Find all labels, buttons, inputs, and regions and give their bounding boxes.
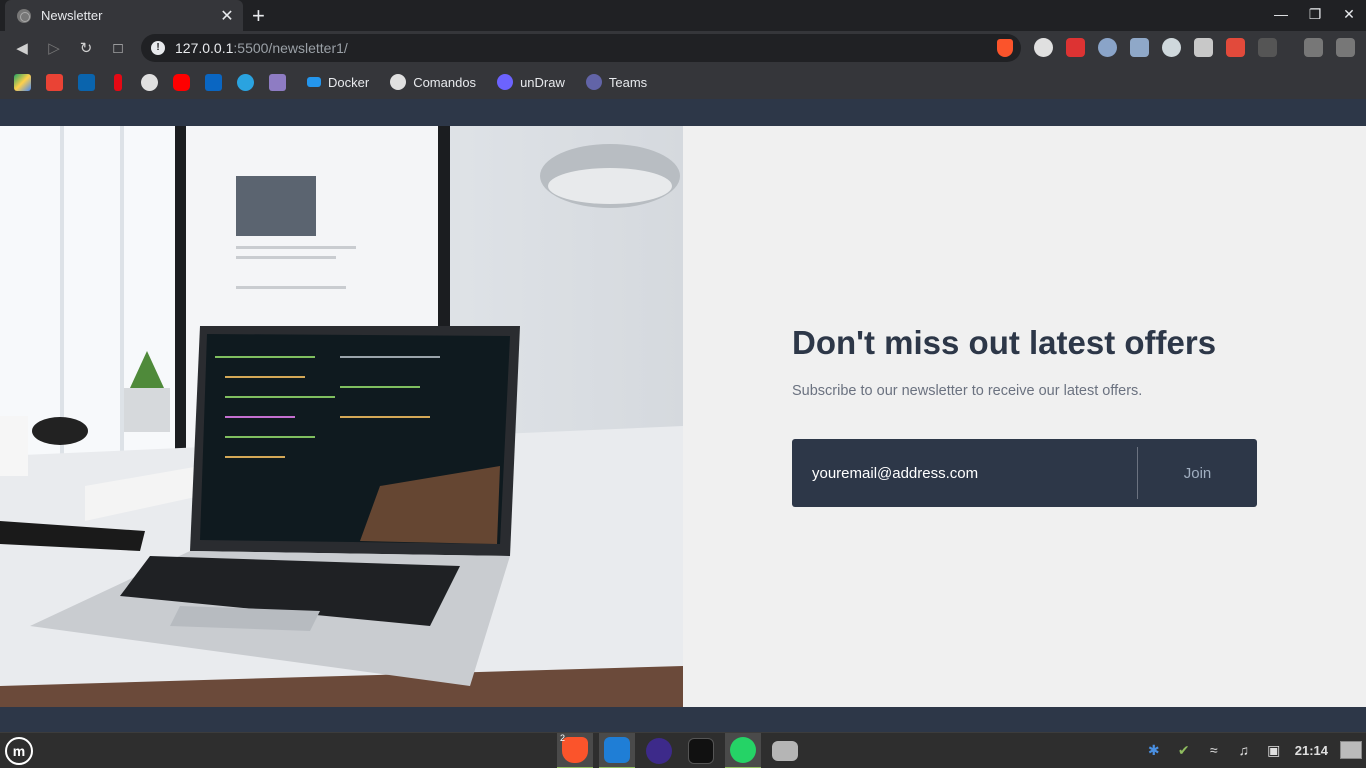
teams-icon	[585, 74, 602, 90]
bookmarks-bar: Docker Comandos unDraw Teams	[0, 65, 1366, 99]
terminal-icon	[688, 738, 714, 764]
subscribe-form: Join	[792, 439, 1257, 507]
tab-title: Newsletter	[41, 8, 103, 23]
netflix-icon[interactable]	[114, 73, 122, 91]
window-controls: — ❐ ✕	[1274, 6, 1356, 23]
join-button[interactable]: Join	[1138, 439, 1257, 507]
docker-icon	[307, 77, 321, 87]
function-extension-icon[interactable]	[1258, 38, 1277, 57]
linkedin-icon[interactable]	[205, 73, 222, 91]
sound-icon[interactable]: ♫	[1235, 741, 1253, 759]
folder-icon	[772, 741, 798, 761]
browser-menu-icon[interactable]	[1336, 38, 1355, 57]
globe-icon	[17, 8, 31, 23]
bookmark-docker[interactable]: Docker	[307, 75, 369, 90]
maximize-icon[interactable]: ❐	[1308, 6, 1322, 23]
whatsapp-icon	[730, 737, 756, 763]
react-devtools-icon[interactable]	[1162, 38, 1181, 57]
tab-close-icon[interactable]: ✕	[219, 6, 235, 26]
system-tray: ✱ ✔ ≈ ♫ ▣ 21:14	[1145, 741, 1362, 759]
calendar-icon[interactable]	[269, 73, 286, 91]
tab-newsletter[interactable]: Newsletter ✕	[5, 0, 243, 31]
os-taskbar: m 2 ✱ ✔ ≈ ♫ ▣ 21:14	[0, 732, 1366, 768]
taskbar-terminal[interactable]	[683, 733, 719, 768]
back-icon[interactable]: ◀	[6, 39, 38, 57]
brave-shield-icon[interactable]	[997, 39, 1013, 57]
newsletter-page: Don't miss out latest offers Subscribe t…	[0, 99, 1366, 732]
bookmark-label: unDraw	[520, 74, 565, 90]
taskbar-vscode[interactable]	[599, 733, 635, 768]
screenshot-extension-icon[interactable]	[1194, 38, 1213, 57]
taskbar-app[interactable]	[641, 733, 677, 768]
bookmark-undraw[interactable]: unDraw	[497, 74, 565, 90]
github-icon	[390, 74, 407, 90]
taskbar-files[interactable]	[767, 733, 803, 768]
email-field[interactable]	[792, 439, 1137, 507]
address-bar[interactable]: ! 127.0.0.1:5500/newsletter1/	[141, 34, 1021, 62]
brave-icon	[562, 737, 588, 763]
github-icon[interactable]	[141, 73, 158, 91]
taskbar-whatsapp[interactable]	[725, 733, 761, 768]
moon-app-icon	[646, 738, 672, 764]
clock[interactable]: 21:14	[1295, 743, 1328, 758]
gmail-icon[interactable]	[46, 73, 63, 91]
extension-icon[interactable]	[1226, 38, 1245, 57]
youtube-icon[interactable]	[173, 73, 190, 91]
minimize-icon[interactable]: —	[1274, 6, 1288, 23]
telegram-icon[interactable]	[237, 73, 254, 91]
bookmark-label: Teams	[608, 74, 648, 90]
site-info-icon[interactable]: !	[151, 41, 165, 55]
color-picker-extension-icon[interactable]	[1130, 38, 1149, 57]
bookmark-label: Comandos	[413, 74, 477, 90]
wifi-icon[interactable]: ≈	[1205, 741, 1223, 759]
url-host: 127.0.0.1	[175, 40, 234, 56]
taskbar-brave[interactable]: 2	[557, 733, 593, 768]
update-shield-icon[interactable]: ✔	[1175, 741, 1193, 759]
google-drive-icon[interactable]	[14, 73, 31, 91]
undraw-icon	[497, 74, 514, 90]
lastpass-extension-icon[interactable]	[1066, 38, 1085, 57]
browser-toolbar: ◀ ▷ ↻ □ ! 127.0.0.1:5500/newsletter1/	[0, 31, 1366, 65]
show-desktop-icon[interactable]	[1340, 741, 1362, 759]
taskbar-apps: 2	[557, 733, 803, 768]
bookmark-teams[interactable]: Teams	[585, 74, 648, 90]
newsletter-content: Don't miss out latest offers Subscribe t…	[683, 126, 1366, 707]
bookmark-icon[interactable]: □	[102, 40, 134, 57]
mint-menu-icon[interactable]: m	[5, 737, 33, 765]
reload-icon[interactable]: ↻	[70, 39, 102, 57]
media-control-icon[interactable]	[1304, 38, 1323, 57]
window-count-badge: 2	[560, 733, 566, 743]
outlook-icon[interactable]	[78, 73, 95, 91]
url-path: :5500/newsletter1/	[233, 40, 348, 56]
clipboard-icon[interactable]: ▣	[1265, 741, 1283, 759]
extension-icons	[1034, 38, 1355, 57]
bookmark-label: Docker	[328, 74, 370, 90]
workspace-photo	[0, 126, 683, 707]
laptop-desk-illustration	[0, 126, 683, 707]
new-tab-button[interactable]: +	[252, 3, 265, 29]
vscode-icon	[604, 737, 630, 763]
page-title: Don't miss out latest offers	[792, 324, 1217, 361]
forward-icon[interactable]: ▷	[38, 39, 70, 57]
newsletter-hero: Don't miss out latest offers Subscribe t…	[0, 126, 1366, 707]
github-extension-icon[interactable]	[1034, 38, 1053, 57]
browser-tab-strip: Newsletter ✕ + — ❐ ✕	[0, 0, 1366, 31]
extension-icon[interactable]	[1098, 38, 1117, 57]
close-window-icon[interactable]: ✕	[1342, 6, 1356, 23]
bookmark-comandos[interactable]: Comandos	[390, 74, 476, 90]
page-subtitle: Subscribe to our newsletter to receive o…	[792, 383, 1143, 399]
bluetooth-icon[interactable]: ✱	[1145, 741, 1163, 759]
